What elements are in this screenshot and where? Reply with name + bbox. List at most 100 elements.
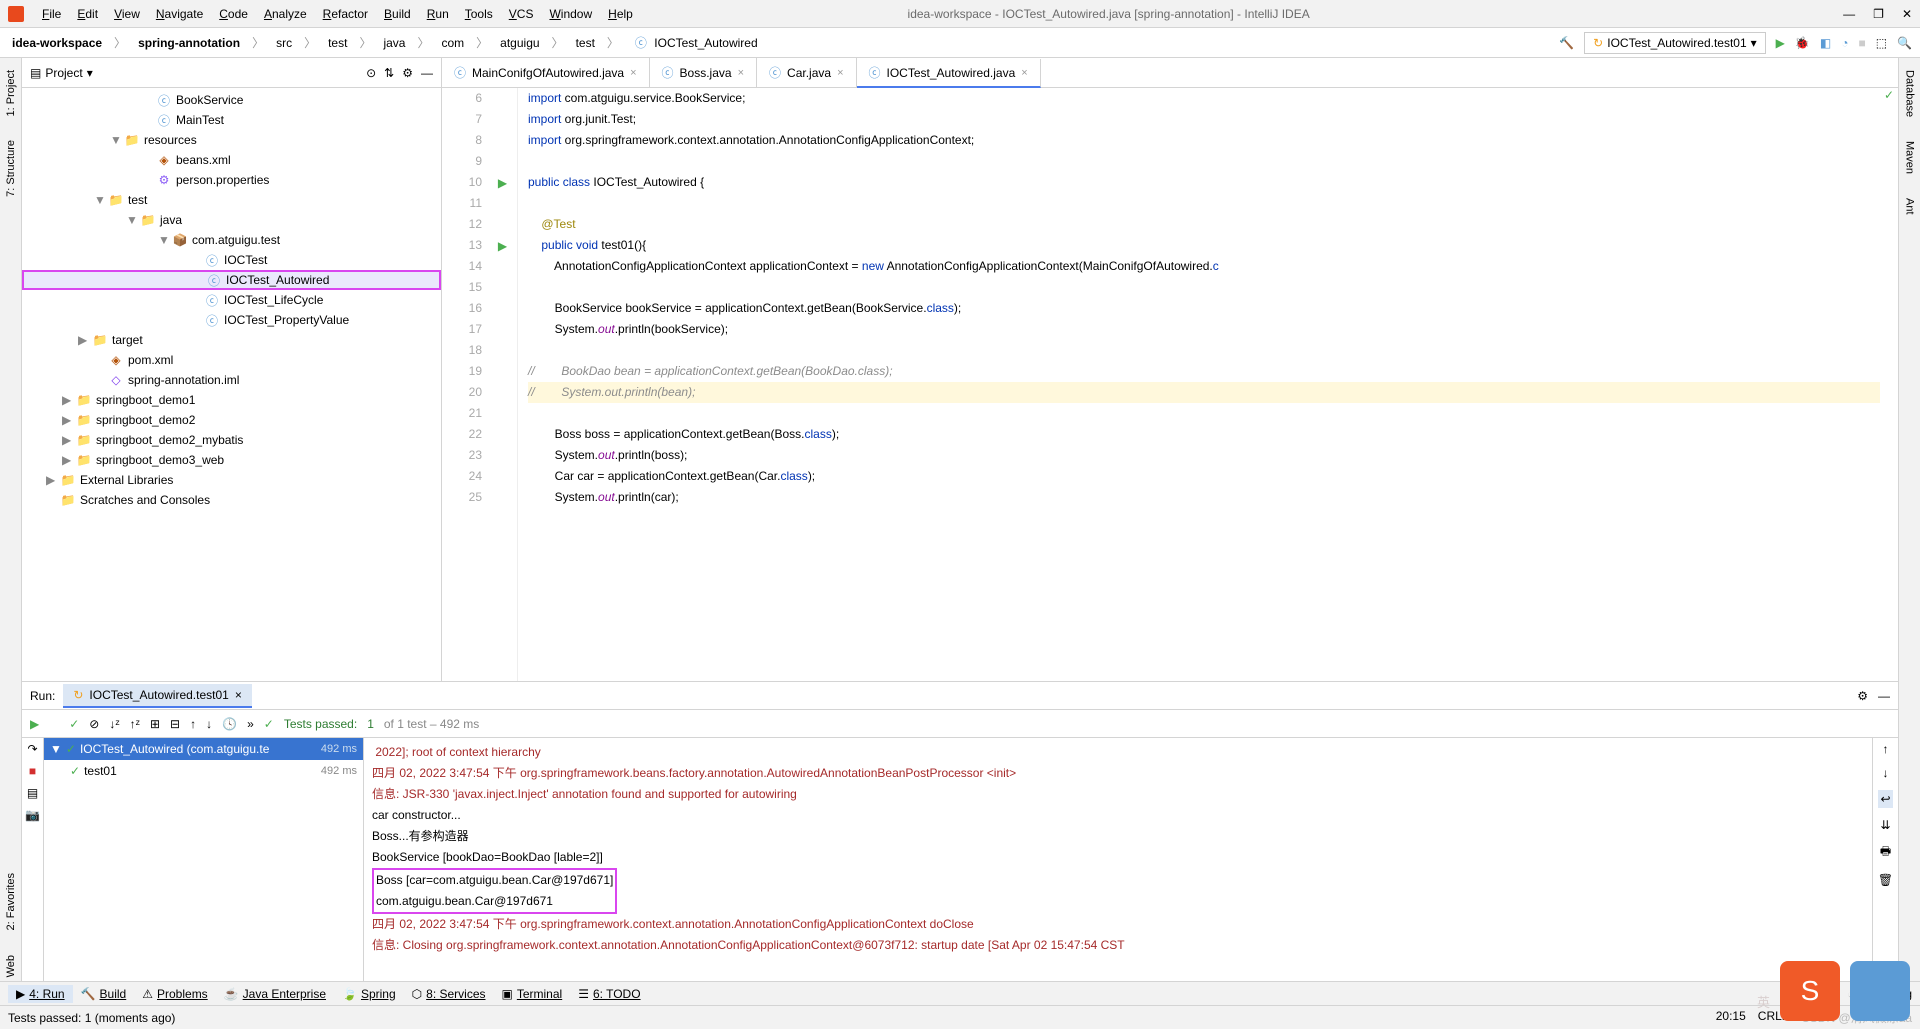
menu-vcs[interactable]: VCS xyxy=(501,3,542,25)
tree-item[interactable]: ▶📁target xyxy=(22,330,441,350)
rerun-button[interactable]: ▶ xyxy=(30,717,39,731)
menu-run[interactable]: Run xyxy=(419,3,457,25)
expand-all-icon[interactable]: ⊞ xyxy=(150,717,160,731)
close-icon[interactable]: × xyxy=(1021,67,1027,79)
breadcrumb-item[interactable]: com xyxy=(437,34,468,52)
next-fail-icon[interactable]: ↓ xyxy=(206,717,212,731)
clear-icon[interactable]: 🗑 xyxy=(1878,873,1893,887)
menu-tools[interactable]: Tools xyxy=(457,3,501,25)
show-passed-icon[interactable]: ✓ xyxy=(69,717,79,731)
editor-tab[interactable]: ⓒMainConifgOfAutowired.java× xyxy=(442,58,650,87)
gear-icon[interactable]: ⚙ xyxy=(1857,689,1868,703)
floating-grab-icon[interactable] xyxy=(1850,961,1910,1021)
editor-tab[interactable]: ⓒIOCTest_Autowired.java× xyxy=(857,59,1041,88)
gear-icon[interactable]: ⚙ xyxy=(402,66,413,80)
project-title[interactable]: ▤ Project ▾ xyxy=(30,66,93,80)
test-tree-item[interactable]: ▼✓IOCTest_Autowired (com.atguigu.te492 m… xyxy=(44,738,363,760)
menu-view[interactable]: View xyxy=(106,3,148,25)
tool-structure[interactable]: 7: Structure xyxy=(5,136,17,201)
test-tree[interactable]: ▼✓IOCTest_Autowired (com.atguigu.te492 m… xyxy=(44,738,364,981)
sort-down-icon[interactable]: ↓ᶻ xyxy=(109,717,119,731)
bottom-tab[interactable]: ⚠Problems xyxy=(134,985,215,1003)
structure-button[interactable]: ⬚ xyxy=(1876,36,1887,50)
down-arrow-icon[interactable]: ↓ xyxy=(1883,766,1889,780)
bottom-tab[interactable]: ▶4: Run xyxy=(8,985,73,1003)
editor-tab[interactable]: ⓒBoss.java× xyxy=(650,58,757,87)
tool-web[interactable]: Web xyxy=(5,951,17,981)
breadcrumb-item[interactable]: java xyxy=(379,34,409,52)
tool-favorites[interactable]: 2: Favorites xyxy=(5,869,17,934)
menu-analyze[interactable]: Analyze xyxy=(256,3,315,25)
search-button[interactable]: 🔍 xyxy=(1897,36,1912,50)
menu-file[interactable]: File xyxy=(34,3,69,25)
breadcrumb-item[interactable]: src xyxy=(272,34,296,52)
tree-item[interactable]: ⓒIOCTest_PropertyValue xyxy=(22,310,441,330)
breadcrumb-item[interactable]: test xyxy=(572,34,599,52)
breadcrumb-item[interactable]: ⓒ IOCTest_Autowired xyxy=(627,32,762,53)
run-button[interactable]: ▶ xyxy=(1776,36,1785,50)
run-gutter-icon[interactable]: ▶ xyxy=(498,176,507,190)
sort-up-icon[interactable]: ↑ᶻ xyxy=(130,717,140,731)
menu-build[interactable]: Build xyxy=(376,3,419,25)
breadcrumb-item[interactable]: spring-annotation xyxy=(134,34,244,52)
bottom-tab[interactable]: 🍃Spring xyxy=(334,985,404,1003)
more-icon[interactable]: » xyxy=(247,717,254,731)
tree-item[interactable]: ▶📁springboot_demo2 xyxy=(22,410,441,430)
test-tree-item[interactable]: ✓test01492 ms xyxy=(44,760,363,782)
stop-button[interactable]: ■ xyxy=(1858,36,1865,50)
code-area[interactable]: import com.atguigu.service.BookService;i… xyxy=(518,88,1880,681)
prev-fail-icon[interactable]: ↑ xyxy=(190,717,196,731)
editor-tab[interactable]: ⓒCar.java× xyxy=(757,58,856,87)
profile-button[interactable]: ◔ xyxy=(1841,36,1848,50)
close-icon[interactable]: × xyxy=(630,67,636,79)
tree-item[interactable]: ▼📁test xyxy=(22,190,441,210)
history-icon[interactable]: 🕓 xyxy=(222,717,237,731)
tree-item[interactable]: ▶📁springboot_demo3_web xyxy=(22,450,441,470)
scroll-icon[interactable]: ⇊ xyxy=(1880,818,1890,832)
tree-item[interactable]: ⓒIOCTest_LifeCycle xyxy=(22,290,441,310)
breadcrumb-item[interactable]: test xyxy=(324,34,351,52)
run-tab[interactable]: ↻ IOCTest_Autowired.test01 × xyxy=(63,684,251,708)
editor[interactable]: 678910111213141516171819202122232425 ▶▶ … xyxy=(442,88,1898,681)
show-ignored-icon[interactable]: ⊘ xyxy=(89,717,99,731)
tree-item[interactable]: ⓒBookService xyxy=(22,90,441,110)
close-icon[interactable]: × xyxy=(235,688,242,702)
tree-item[interactable]: ▼📁resources xyxy=(22,130,441,150)
menu-window[interactable]: Window xyxy=(541,3,600,25)
tree-item[interactable]: ◇spring-annotation.iml xyxy=(22,370,441,390)
tree-item[interactable]: ⓒIOCTest_Autowired xyxy=(22,270,441,290)
bottom-tab[interactable]: ☰6: TODO xyxy=(570,985,648,1003)
breadcrumb-item[interactable]: idea-workspace xyxy=(8,34,106,52)
menu-edit[interactable]: Edit xyxy=(69,3,106,25)
expand-icon[interactable]: ⇅ xyxy=(384,66,394,80)
close-button[interactable]: ✕ xyxy=(1902,7,1912,21)
tool-project[interactable]: 1: Project xyxy=(5,66,17,120)
run-configuration-select[interactable]: ↻ IOCTest_Autowired.test01 ▾ xyxy=(1584,32,1766,54)
run-gutter-icon[interactable]: ▶ xyxy=(498,239,507,253)
tree-item[interactable]: ▼📁java xyxy=(22,210,441,230)
close-icon[interactable]: × xyxy=(738,67,744,79)
bottom-tab[interactable]: 🔨Build xyxy=(73,985,135,1003)
locate-icon[interactable]: ⊙ xyxy=(366,66,376,80)
breadcrumb-item[interactable]: atguigu xyxy=(496,34,543,52)
up-arrow-icon[interactable]: ↑ xyxy=(1883,742,1889,756)
tool-ant[interactable]: Ant xyxy=(1904,194,1916,219)
bottom-tab[interactable]: ▣Terminal xyxy=(494,985,571,1003)
maximize-button[interactable]: ❐ xyxy=(1873,7,1884,21)
collapse-all-icon[interactable]: ⊟ xyxy=(170,717,180,731)
tree-item[interactable]: ▶📁External Libraries xyxy=(22,470,441,490)
print-icon[interactable]: 🖶 xyxy=(1880,842,1891,863)
tree-item[interactable]: ⓒMainTest xyxy=(22,110,441,130)
coverage-button[interactable]: ◧ xyxy=(1820,36,1831,50)
bottom-tab[interactable]: ⬡8: Services xyxy=(404,985,494,1003)
close-icon[interactable]: × xyxy=(837,67,843,79)
minimize-button[interactable]: — xyxy=(1843,7,1855,21)
menu-help[interactable]: Help xyxy=(600,3,641,25)
layout-icon[interactable]: ▤ xyxy=(27,786,38,800)
stop-icon[interactable]: ■ xyxy=(29,764,36,778)
tree-item[interactable]: ▼📦com.atguigu.test xyxy=(22,230,441,250)
bottom-tab[interactable]: ☕Java Enterprise xyxy=(216,985,334,1003)
tree-item[interactable]: ▶📁springboot_demo2_mybatis xyxy=(22,430,441,450)
debug-step-icon[interactable]: ↷ xyxy=(27,742,37,756)
console[interactable]: 2022]; root of context hierarchy四月 02, 2… xyxy=(364,738,1872,981)
